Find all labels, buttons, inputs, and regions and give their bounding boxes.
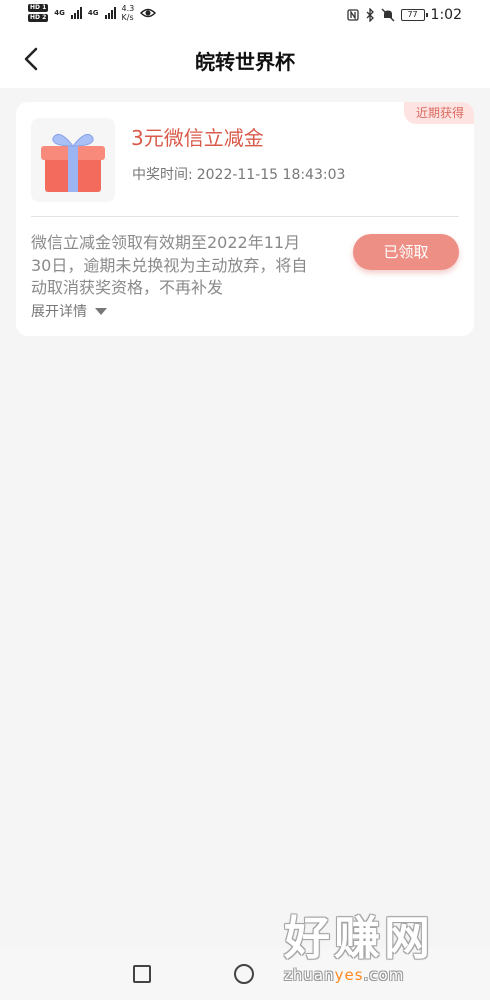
recent-tag: 近期获得 [403, 102, 474, 124]
network-speed: 4.3 K/s [122, 4, 135, 22]
speed-unit: K/s [121, 13, 134, 22]
expand-label: 展开详情 [31, 304, 87, 320]
clock: 1:02 [430, 7, 462, 23]
prize-card: 近期获得 3元微信立减金 中奖时间: 2022-11-15 18:43:03 微信… [16, 102, 474, 336]
claimed-button[interactable]: 已领取 [353, 234, 459, 270]
battery-icon: 77 [400, 9, 428, 21]
bluetooth-icon [366, 8, 374, 22]
hd1-badge: HD 1 [28, 4, 49, 12]
page-title: 皖转世界杯 [195, 50, 295, 74]
caret-down-icon [95, 307, 107, 315]
nfc-icon [346, 9, 359, 21]
net1-label: 4G [54, 9, 65, 17]
hd-badges: HD 1 HD 2 [28, 4, 49, 22]
home-button[interactable] [234, 964, 254, 984]
status-right: 77 1:02 [346, 7, 462, 23]
watermark-url-a: zhuan [284, 966, 335, 984]
gift-image [31, 118, 115, 202]
net2-label: 4G [87, 9, 99, 17]
win-time-value: 2022-11-15 18:43:03 [196, 167, 346, 183]
bell-muted-icon [381, 8, 395, 22]
watermark-url-c: .com [363, 966, 405, 984]
signal-icon [70, 7, 82, 19]
speed-value: 4.3 [121, 4, 135, 13]
watermark-logo: 好赚网 zhuanyes.com [284, 914, 474, 994]
win-time-label: 中奖时间: [132, 167, 193, 183]
divider [31, 216, 459, 217]
nav-bar: 皖转世界杯 [0, 30, 490, 88]
prize-name: 3元微信立减金 [131, 126, 264, 150]
prize-description: 微信立减金领取有效期至2022年11月30日，逾期未兑换视为主动放弃，将自动取消… [31, 233, 308, 297]
status-left: HD 1 HD 2 4G 4G 4.3 K/s [28, 4, 157, 22]
recent-apps-button[interactable] [133, 965, 151, 983]
gift-icon [41, 133, 105, 192]
status-bar: HD 1 HD 2 4G 4G 4.3 K/s 77 1:02 [0, 0, 490, 30]
signal-icon-2 [104, 7, 116, 19]
win-time: 中奖时间: 2022-11-15 18:43:03 [132, 164, 349, 184]
hd2-badge: HD 2 [28, 14, 49, 22]
expand-details-toggle[interactable]: 展开详情 [31, 301, 107, 321]
watermark-title: 好赚网 [284, 911, 434, 965]
eye-icon [140, 8, 157, 18]
watermark-url-b: yes [334, 966, 364, 984]
watermark-url: zhuanyes.com [284, 966, 474, 984]
